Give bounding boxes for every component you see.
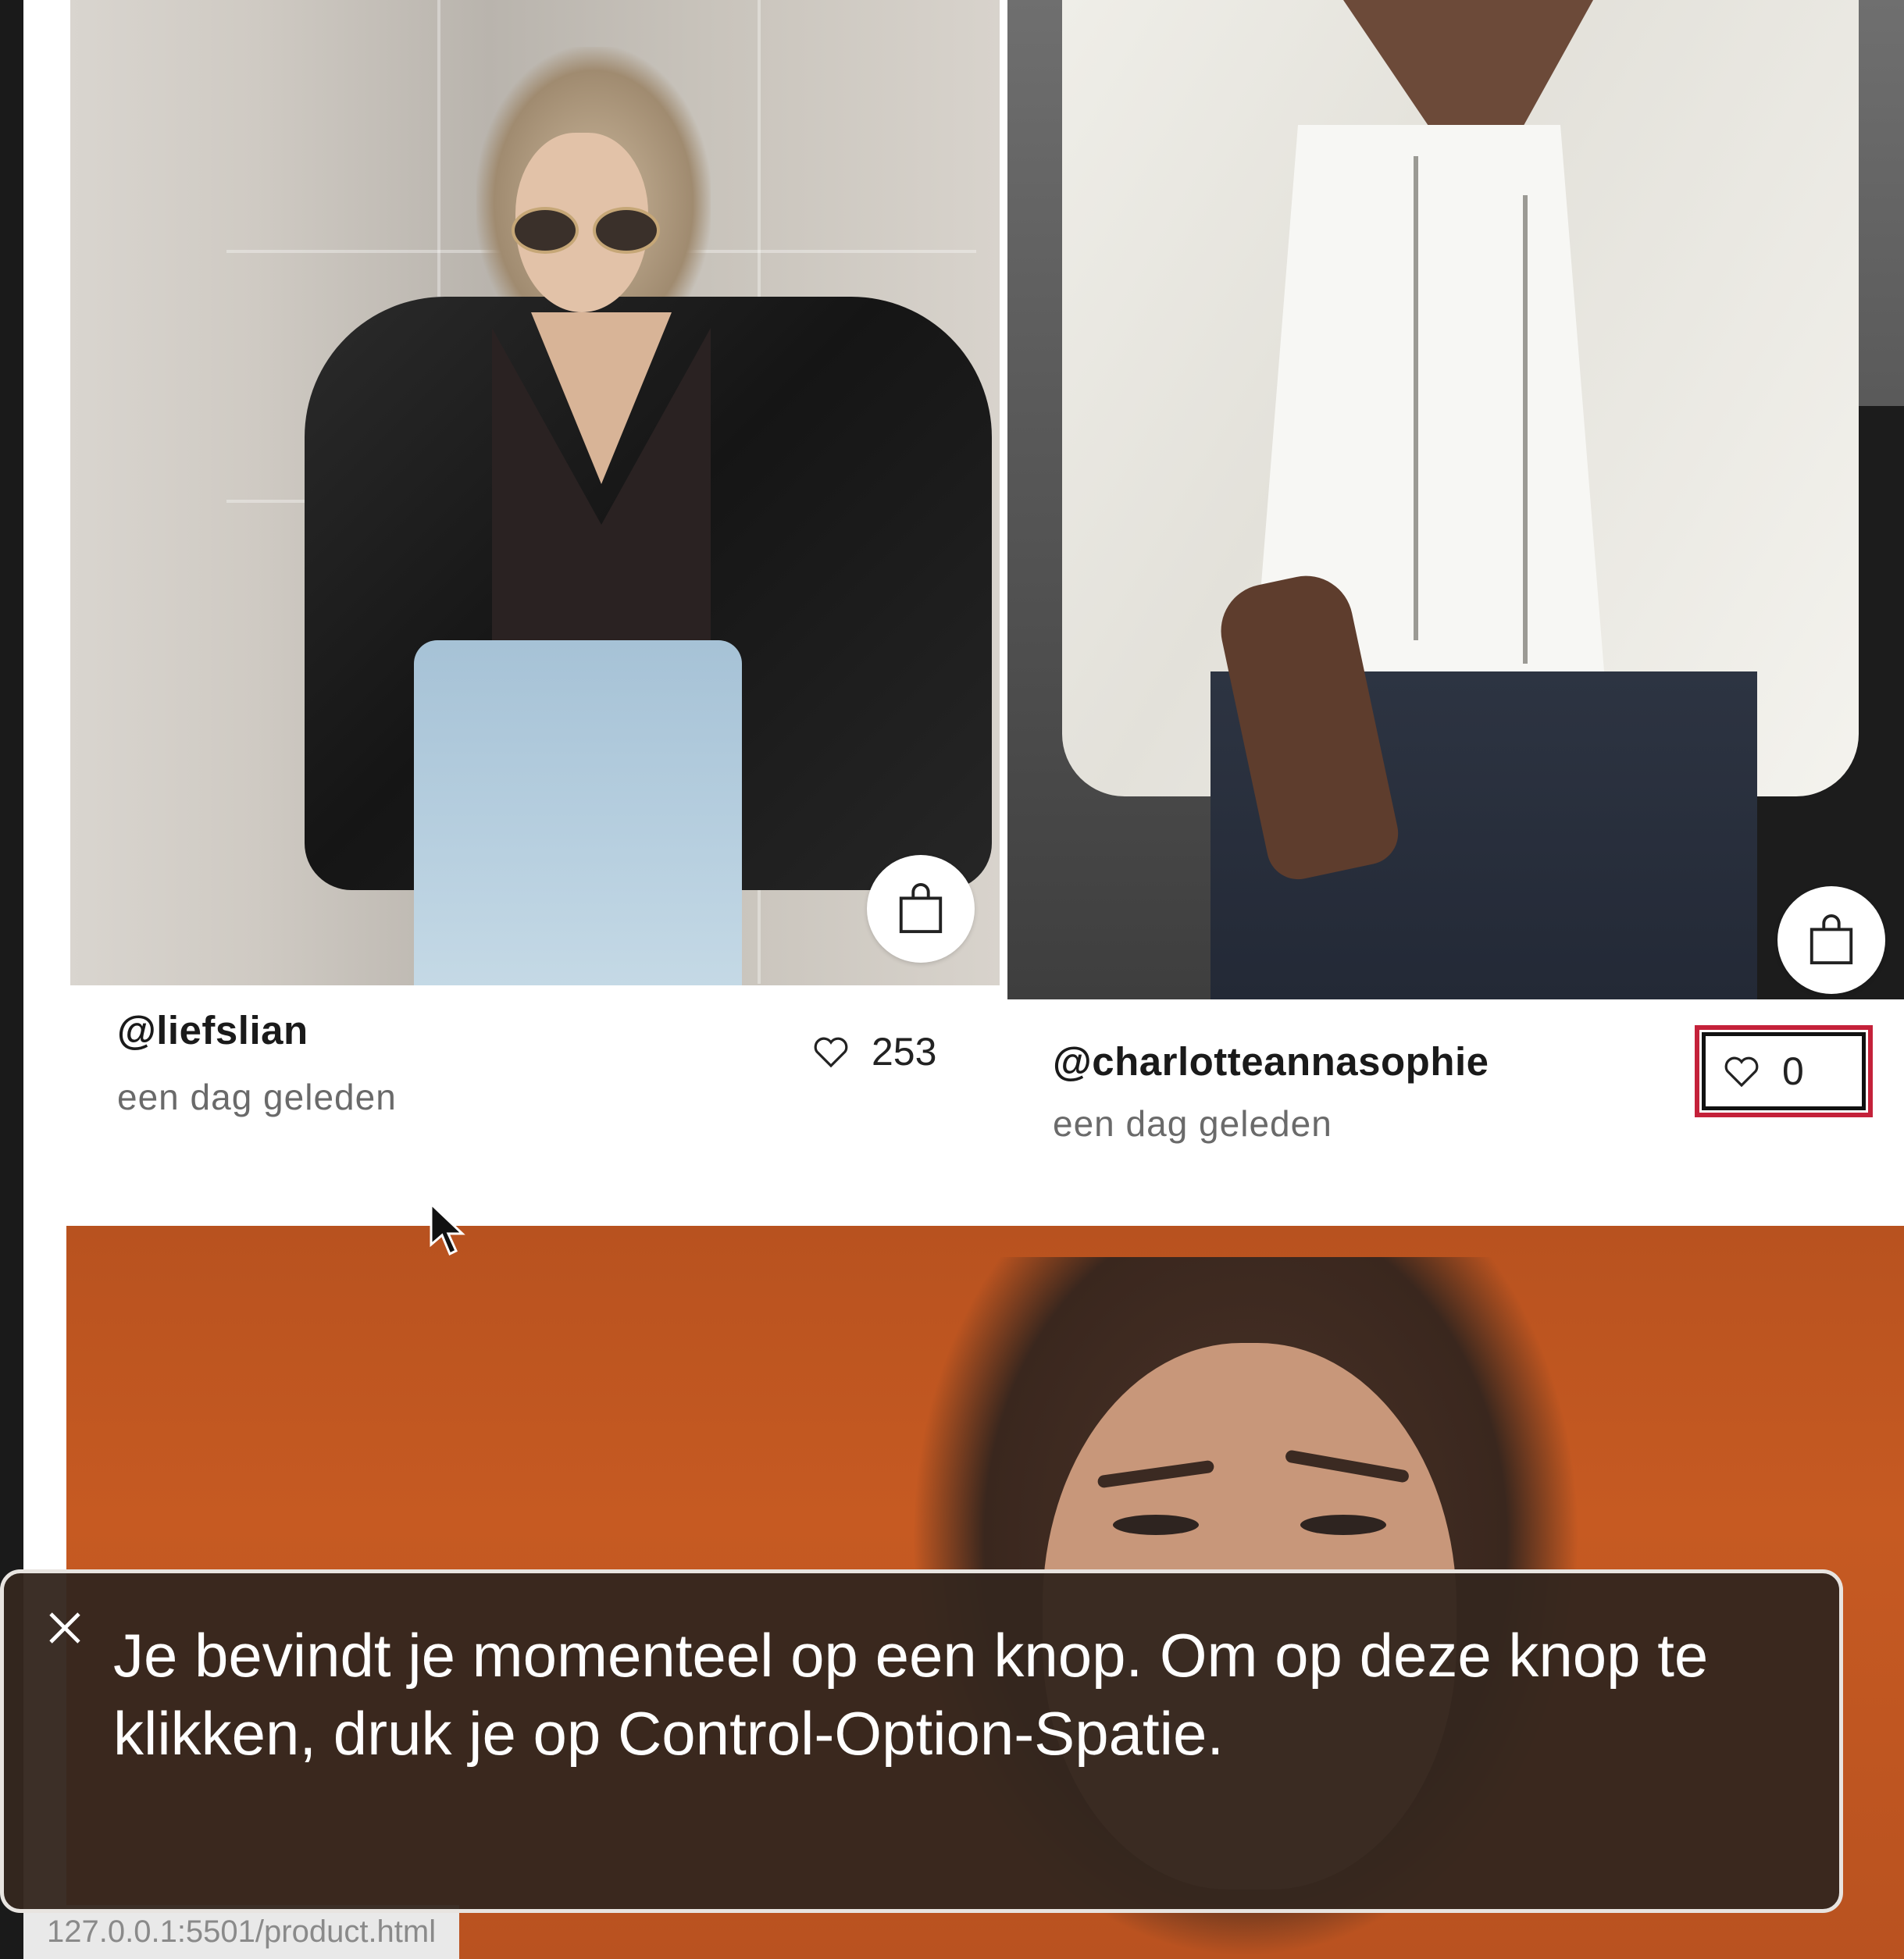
shop-bag-button[interactable]	[1777, 886, 1885, 994]
model-eye	[1300, 1515, 1386, 1535]
post-username[interactable]: @liefslian	[117, 1007, 308, 1053]
shopping-bag-icon	[1810, 914, 1853, 965]
like-count: 253	[872, 1030, 937, 1074]
heart-outline-icon	[1724, 1056, 1759, 1088]
like-button[interactable]: 253	[812, 1029, 936, 1074]
caption-close-button[interactable]	[41, 1605, 88, 1651]
heart-outline-icon	[814, 1037, 848, 1068]
close-icon	[49, 1612, 80, 1644]
shop-bag-button[interactable]	[867, 855, 975, 963]
shopping-bag-icon	[899, 883, 943, 934]
model-jeans	[414, 640, 742, 985]
post-photo-charlotteannasophie[interactable]	[1007, 0, 1904, 999]
sunglasses	[512, 207, 660, 254]
like-count: 0	[1782, 1049, 1804, 1093]
model-eye	[1113, 1515, 1199, 1535]
post-time: een dag geleden	[1053, 1103, 1332, 1144]
post-photo-liefslian[interactable]	[70, 0, 1000, 985]
like-button-focused[interactable]: 0	[1695, 1025, 1873, 1117]
voiceover-caption-panel: Je bevindt je momenteel op een knop. Om …	[0, 1569, 1843, 1913]
post-username[interactable]: @charlotteannasophie	[1053, 1038, 1489, 1085]
post-time: een dag geleden	[117, 1077, 397, 1117]
status-bar-url: 127.0.0.1:5501/product.html	[23, 1905, 460, 1959]
voiceover-caption-text: Je bevindt je momenteel op een knop. Om …	[113, 1621, 1709, 1768]
mouse-pointer-icon	[430, 1202, 465, 1256]
